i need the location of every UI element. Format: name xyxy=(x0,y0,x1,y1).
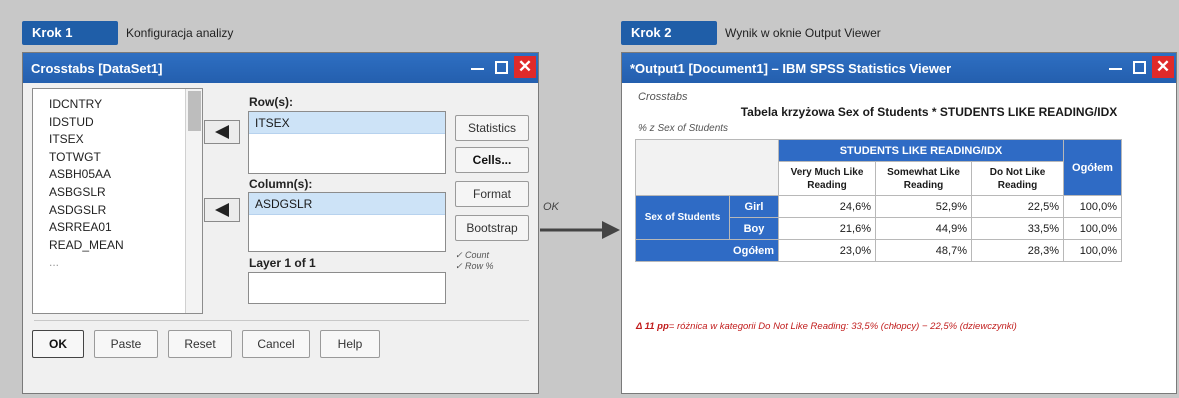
connector-ok-label: OK xyxy=(543,201,559,213)
cells-hint: ✓ Count ✓ Row % xyxy=(455,250,494,272)
step2-description: Wynik w oknie Output Viewer xyxy=(725,26,881,40)
step1-badge: Krok 1 xyxy=(22,21,118,45)
variable-list-item[interactable]: ITSEX xyxy=(33,131,202,149)
col-header-somewhat: Somewhat Like Reading xyxy=(875,161,972,196)
cells-button[interactable]: Cells... xyxy=(455,147,529,173)
viewer-titlebar: *Output1 [Document1] – IBM SPSS Statisti… xyxy=(622,53,1176,83)
output-viewer-window: *Output1 [Document1] – IBM SPSS Statisti… xyxy=(621,52,1177,394)
table-subtitle: % z Sex of Students xyxy=(638,123,729,134)
note-text: = różnica w kategorii Do Not Like Readin… xyxy=(668,321,1017,332)
dialog-window-controls: ✕ xyxy=(466,56,536,78)
variable-list-item[interactable]: READ_MEAN xyxy=(33,237,202,255)
table-row: Sex of Students Girl 24,6% 52,9% 22,5% 1… xyxy=(635,195,1122,240)
cell-girl-do-not-like: 22,5% xyxy=(971,195,1064,218)
close-icon[interactable]: ✕ xyxy=(1152,56,1174,78)
maximize-icon[interactable] xyxy=(490,56,512,78)
cell-boy-do-not-like: 33,5% xyxy=(971,217,1064,240)
rows-label: Row(s): xyxy=(249,95,293,109)
note-delta: Δ 11 pp xyxy=(636,321,669,332)
variable-list-item[interactable]: ASBGSLR xyxy=(33,184,202,202)
row-group-header: Sex of Students xyxy=(635,195,730,240)
cell-girl-very-much: 24,6% xyxy=(778,195,876,218)
viewer-window-controls: ✕ xyxy=(1104,56,1174,78)
row-label-boy: Boy xyxy=(729,217,779,240)
table-total-row: Ogółem 23,0% 48,7% 28,3% 100,0% xyxy=(635,239,1122,262)
variable-list-item[interactable]: ASRREA01 xyxy=(33,219,202,237)
arrow-left-icon xyxy=(215,203,229,217)
table-title: Tabela krzyżowa Sex of Students * STUDEN… xyxy=(740,105,1118,119)
minimize-icon[interactable] xyxy=(1104,56,1126,78)
format-button[interactable]: Format xyxy=(455,181,529,207)
cell-total-total: 100,0% xyxy=(1063,239,1122,262)
rows-selected-item[interactable]: ITSEX xyxy=(249,112,445,134)
cell-total-somewhat: 48,7% xyxy=(875,239,972,262)
move-to-columns-button[interactable] xyxy=(204,198,240,222)
layer-label: Layer 1 of 1 xyxy=(249,256,316,270)
columns-label: Column(s): xyxy=(249,177,313,191)
dialog-title: Crosstabs [DataSet1] xyxy=(31,60,163,76)
hint-row-percent: ✓ Row % xyxy=(455,261,494,271)
column-group-header: STUDENTS LIKE READING/IDX xyxy=(778,139,1064,162)
cell-total-very-much: 23,0% xyxy=(778,239,876,262)
cell-boy-total: 100,0% xyxy=(1063,217,1122,240)
variable-list-item[interactable]: IDCNTRY xyxy=(33,96,202,114)
viewer-title: *Output1 [Document1] – IBM SPSS Statisti… xyxy=(630,60,952,76)
scrollbar-thumb[interactable] xyxy=(188,91,201,131)
corner-cell xyxy=(635,139,779,196)
help-button[interactable]: Help xyxy=(320,330,380,358)
paste-button[interactable]: Paste xyxy=(94,330,158,358)
statistics-button[interactable]: Statistics xyxy=(455,115,529,141)
output-section-label: Crosstabs xyxy=(638,91,688,103)
cell-boy-very-much: 21,6% xyxy=(778,217,876,240)
variable-list-item[interactable]: IDSTUD xyxy=(33,114,202,132)
crosstab-table[interactable]: STUDENTS LIKE READING/IDX Ogółem Very Mu… xyxy=(635,139,1122,262)
variable-list-item[interactable]: TOTWGT xyxy=(33,149,202,167)
step1-description: Konfiguracja analizy xyxy=(126,26,234,40)
reset-button[interactable]: Reset xyxy=(168,330,232,358)
move-to-rows-button[interactable] xyxy=(204,120,240,144)
cell-girl-total: 100,0% xyxy=(1063,195,1122,218)
connector-arrow-icon xyxy=(540,221,620,239)
difference-note: Δ 11 pp= różnica w kategorii Do Not Like… xyxy=(636,321,1017,332)
table-header-row: STUDENTS LIKE READING/IDX Ogółem xyxy=(635,139,1122,196)
minimize-icon[interactable] xyxy=(466,56,488,78)
columns-listbox[interactable]: ASDGSLR xyxy=(248,192,446,252)
row-label-total: Ogółem xyxy=(635,239,779,262)
arrow-left-icon xyxy=(215,125,229,139)
viewer-content: Crosstabs Tabela krzyżowa Sex of Student… xyxy=(622,83,1176,393)
maximize-icon[interactable] xyxy=(1128,56,1150,78)
hint-count: ✓ Count xyxy=(455,250,490,260)
total-column-header: Ogółem xyxy=(1063,139,1122,196)
dialog-divider xyxy=(34,320,529,321)
variable-list-item[interactable]: ASBH05AA xyxy=(33,166,202,184)
col-header-very-much: Very Much Like Reading xyxy=(778,161,876,196)
bootstrap-button[interactable]: Bootstrap xyxy=(455,215,529,241)
close-icon[interactable]: ✕ xyxy=(514,56,536,78)
columns-selected-item[interactable]: ASDGSLR xyxy=(249,193,445,215)
variable-list-item[interactable]: ... xyxy=(33,254,202,272)
layer-listbox[interactable] xyxy=(248,272,446,304)
variable-list-scrollbar[interactable] xyxy=(185,89,202,313)
cancel-button[interactable]: Cancel xyxy=(242,330,310,358)
rows-listbox[interactable]: ITSEX xyxy=(248,111,446,174)
cell-total-do-not-like: 28,3% xyxy=(971,239,1064,262)
col-header-do-not-like: Do Not Like Reading xyxy=(971,161,1064,196)
variable-list-item[interactable]: ASDGSLR xyxy=(33,202,202,220)
cell-girl-somewhat: 52,9% xyxy=(875,195,972,218)
step2-badge: Krok 2 xyxy=(621,21,717,45)
ok-button[interactable]: OK xyxy=(32,330,84,358)
dialog-titlebar: Crosstabs [DataSet1] ✕ xyxy=(23,53,538,83)
row-label-girl: Girl xyxy=(729,195,779,218)
variable-list[interactable]: IDCNTRY IDSTUD ITSEX TOTWGT ASBH05AA ASBGSLR A… xyxy=(32,88,203,314)
cell-boy-somewhat: 44,9% xyxy=(875,217,972,240)
